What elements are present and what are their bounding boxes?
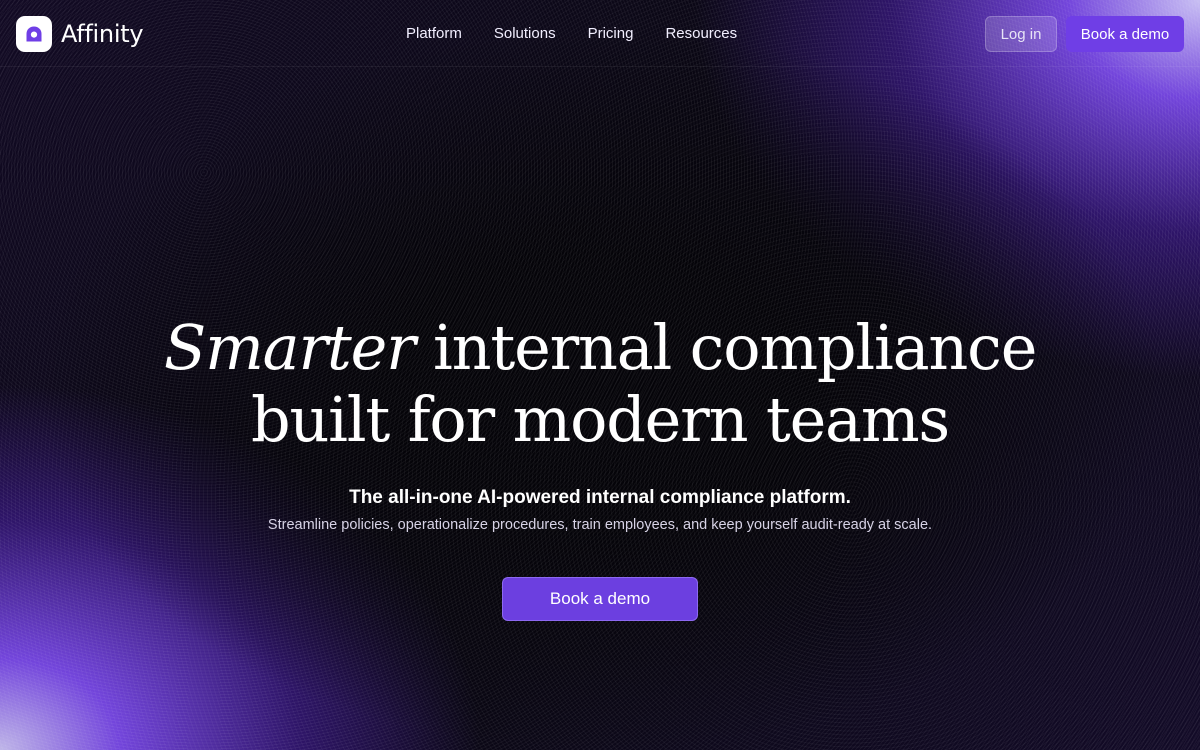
- book-demo-hero-button[interactable]: Book a demo: [502, 577, 698, 621]
- nav-link-solutions[interactable]: Solutions: [478, 24, 572, 44]
- primary-nav: Platform Solutions Pricing Resources: [390, 24, 753, 44]
- nav-link-pricing[interactable]: Pricing: [572, 24, 650, 44]
- hero-subtext: Streamline policies, operationalize proc…: [267, 517, 933, 533]
- nav-link-platform[interactable]: Platform: [390, 24, 478, 44]
- headline-line-1: Smarter internal compliance: [163, 311, 1038, 384]
- headline-italic-word: Smarter: [163, 311, 416, 384]
- affinity-logo-icon: [16, 16, 52, 52]
- book-demo-nav-button[interactable]: Book a demo: [1066, 16, 1184, 52]
- headline-line-1-rest: internal compliance: [433, 311, 1037, 384]
- login-button[interactable]: Log in: [985, 16, 1057, 52]
- landing-page: Affinity Platform Solutions Pricing Reso…: [0, 0, 1200, 750]
- brand-logo-link[interactable]: Affinity: [16, 16, 144, 52]
- nav-link-resources[interactable]: Resources: [649, 24, 753, 44]
- nav-actions: Log in Book a demo: [985, 16, 1184, 52]
- top-navigation: Affinity Platform Solutions Pricing Reso…: [0, 0, 1200, 67]
- hero-headline: Smarter internal compliance built for mo…: [0, 312, 1200, 456]
- brand-name: Affinity: [61, 20, 144, 48]
- hero-section: Smarter internal compliance built for mo…: [0, 312, 1200, 535]
- headline-line-2: built for modern teams: [250, 383, 950, 456]
- hero-subhead: The all-in-one AI-powered internal compl…: [349, 487, 851, 508]
